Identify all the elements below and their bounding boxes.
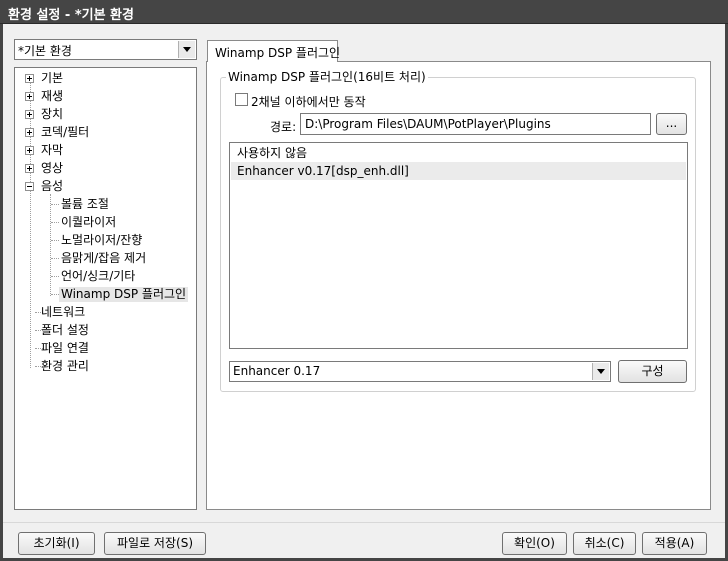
tree-item-equalizer[interactable]: 이퀄라이저 xyxy=(15,214,195,231)
plugin-list[interactable]: 사용하지 않음 Enhancer v0.17[dsp_enh.dll] xyxy=(229,142,688,349)
save-to-file-button[interactable]: 파일로 저장(S) xyxy=(104,532,206,555)
plugin-preset-select[interactable]: Enhancer 0.17 xyxy=(229,361,611,382)
tree-item-label: 환경 관리 xyxy=(41,359,89,373)
tab-winamp-dsp[interactable]: Winamp DSP 플러그인 xyxy=(207,40,341,62)
tree-item-label: 음성 xyxy=(41,179,64,193)
group-title: Winamp DSP 플러그인(16비트 처리) xyxy=(226,68,428,85)
tree-item-audio[interactable]: 음성 xyxy=(15,178,195,195)
apply-button[interactable]: 적용(A) xyxy=(642,532,707,555)
tab-label: Winamp DSP 플러그인 xyxy=(215,46,341,60)
tree-item-codec-filter[interactable]: 코덱/필터 xyxy=(15,124,195,141)
tree-item-config-management[interactable]: 환경 관리 xyxy=(15,358,195,375)
plugin-path-input[interactable] xyxy=(300,113,651,135)
tree-item-network[interactable]: 네트워크 xyxy=(15,304,195,321)
tree-item-label: 음맑게/잡음 제거 xyxy=(61,251,147,265)
chevron-down-icon[interactable] xyxy=(592,363,609,380)
tree-item-file-association[interactable]: 파일 연결 xyxy=(15,340,195,357)
tree-item-label: 기본 xyxy=(41,71,64,85)
tree-item-subtitle[interactable]: 자막 xyxy=(15,142,195,159)
list-item[interactable]: 사용하지 않음 xyxy=(231,144,686,162)
tree-item-playback[interactable]: 재생 xyxy=(15,88,195,105)
expand-plus-icon[interactable] xyxy=(25,74,34,83)
tree-item-label: 코덱/필터 xyxy=(41,125,90,139)
reset-button[interactable]: 초기화(I) xyxy=(18,532,95,555)
footer-divider xyxy=(3,522,725,523)
tree-item-basic[interactable]: 기본 xyxy=(15,70,195,87)
profile-select-value: *기본 환경 xyxy=(18,44,72,58)
tree-item-label: 영상 xyxy=(41,161,64,175)
two-channel-only-label[interactable]: 2채널 이하에서만 동작 xyxy=(251,93,366,110)
tree-item-noise-reduction[interactable]: 음맑게/잡음 제거 xyxy=(15,250,195,267)
list-item[interactable]: Enhancer v0.17[dsp_enh.dll] xyxy=(231,162,686,180)
browse-button[interactable]: ... xyxy=(656,113,687,135)
chevron-down-icon[interactable] xyxy=(178,41,195,58)
tree-item-label: 장치 xyxy=(41,107,64,121)
expand-plus-icon[interactable] xyxy=(25,146,34,155)
expand-plus-icon[interactable] xyxy=(25,128,34,137)
tree-item-language-sync[interactable]: 언어/싱크/기타 xyxy=(15,268,195,285)
tree-item-label: 자막 xyxy=(41,143,64,157)
tree-item-volume[interactable]: 볼륨 조절 xyxy=(15,196,195,213)
plugin-preset-value: Enhancer 0.17 xyxy=(233,364,321,378)
tree-item-label: 네트워크 xyxy=(41,305,86,319)
tree-item-label: 재생 xyxy=(41,89,64,103)
path-label: 경로: xyxy=(270,120,297,134)
two-channel-only-checkbox[interactable] xyxy=(235,93,248,106)
tree-item-label: 이퀄라이저 xyxy=(61,215,117,229)
tree-item-video[interactable]: 영상 xyxy=(15,160,195,177)
window-frame-left xyxy=(0,24,3,561)
expand-plus-icon[interactable] xyxy=(25,164,34,173)
title-bar[interactable]: 환경 설정 - *기본 환경 xyxy=(0,0,728,24)
window-title: 환경 설정 - *기본 환경 xyxy=(8,8,134,23)
expand-plus-icon[interactable] xyxy=(25,110,34,119)
cancel-button[interactable]: 취소(C) xyxy=(573,532,636,555)
collapse-minus-icon[interactable] xyxy=(25,182,34,191)
tree-item-label: 볼륨 조절 xyxy=(61,197,109,211)
tree-item-label: 노멀라이저/잔향 xyxy=(61,233,143,247)
tree-item-device[interactable]: 장치 xyxy=(15,106,195,123)
profile-select[interactable]: *기본 환경 xyxy=(14,39,197,60)
tree-item-label: 폴더 설정 xyxy=(41,323,89,337)
tree-item-label: 파일 연결 xyxy=(41,341,89,355)
tree-item-label: Winamp DSP 플러그인 xyxy=(59,287,189,302)
configure-button[interactable]: 구성 xyxy=(618,360,687,383)
tree-item-normalizer[interactable]: 노멀라이저/잔향 xyxy=(15,232,195,249)
tree-item-folder-settings[interactable]: 폴더 설정 xyxy=(15,322,195,339)
ok-button[interactable]: 확인(O) xyxy=(502,532,567,555)
settings-tree[interactable]: 기본 재생 장치 코덱/필터 자막 영상 음성 볼륨 조절 이퀄라이저 노멀라이… xyxy=(14,67,197,510)
tree-item-winamp-dsp[interactable]: Winamp DSP 플러그인 xyxy=(15,286,195,303)
tree-item-label: 언어/싱크/기타 xyxy=(61,269,136,283)
expand-plus-icon[interactable] xyxy=(25,92,34,101)
